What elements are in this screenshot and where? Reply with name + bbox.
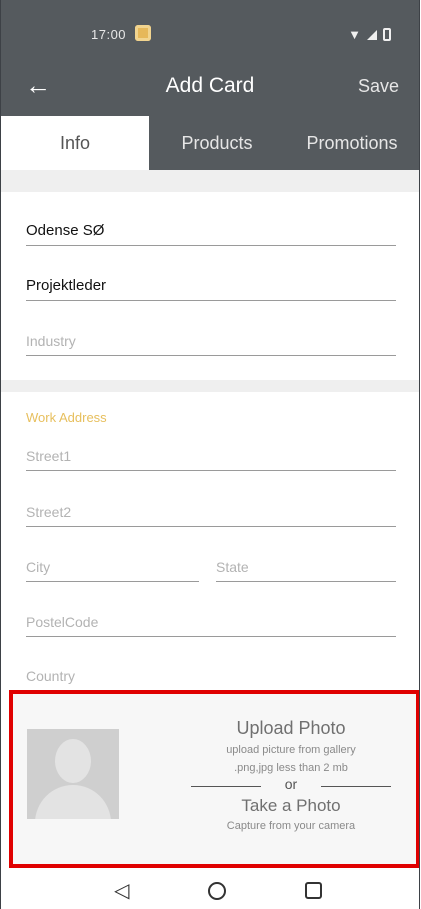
country-field[interactable]: Country — [26, 660, 396, 690]
section-divider — [1, 380, 419, 392]
battery-icon — [383, 28, 391, 41]
status-time: 17:00 — [91, 27, 127, 42]
system-icons: ▼ — [348, 27, 391, 42]
tab-promotions[interactable]: Promotions — [285, 116, 419, 170]
state-placeholder: State — [216, 559, 249, 575]
job-title-value: Projektleder — [26, 277, 107, 294]
page-title: Add Card — [165, 74, 255, 97]
nav-home-icon[interactable] — [208, 882, 226, 900]
country-placeholder: Country — [26, 668, 76, 684]
take-photo-title[interactable]: Take a Photo — [181, 796, 401, 816]
state-field[interactable]: State — [216, 551, 396, 582]
street2-placeholder: Street2 — [26, 504, 72, 520]
city-placeholder: City — [26, 559, 51, 575]
city-field[interactable]: City — [26, 551, 199, 582]
tab-bar: Info Products Promotions — [1, 116, 419, 170]
notification-icon — [135, 25, 151, 41]
street2-field[interactable]: Street2 — [26, 496, 396, 527]
upload-photo-title[interactable]: Upload Photo — [181, 718, 401, 739]
tab-info[interactable]: Info — [1, 116, 149, 170]
street1-placeholder: Street1 — [26, 448, 72, 464]
tab-products[interactable]: Products — [149, 116, 285, 170]
nav-recent-icon[interactable] — [305, 882, 322, 899]
postal-code-field[interactable]: PostelCode — [26, 606, 396, 637]
work-address-label: Work Address — [26, 410, 107, 425]
industry-field[interactable]: Industry — [26, 325, 396, 356]
upload-photo-subtitle: upload picture from gallery — [226, 744, 356, 756]
wifi-icon: ▼ — [348, 27, 361, 42]
company-field[interactable]: Odense SØ — [26, 215, 396, 246]
save-button[interactable]: Save — [358, 76, 399, 97]
take-photo-subtitle: Capture from your camera — [226, 820, 356, 832]
or-divider: or — [181, 776, 401, 792]
company-value: Odense SØ — [26, 222, 105, 239]
job-title-field[interactable]: Projektleder — [26, 270, 396, 301]
postal-code-placeholder: PostelCode — [26, 614, 99, 630]
app-bar: ← Add Card Save — [1, 52, 419, 116]
industry-placeholder: Industry — [26, 333, 76, 349]
street1-field[interactable]: Street1 — [26, 440, 396, 471]
nav-back-icon[interactable]: ◁ — [114, 878, 129, 903]
upload-photo-panel[interactable]: Upload Photo upload picture from gallery… — [9, 690, 419, 868]
system-nav-bar: ◁ — [1, 876, 419, 909]
phone-screen: 17:00 ▼ ← Add Card Save Info Products Pr… — [0, 0, 420, 909]
avatar-placeholder-icon[interactable] — [27, 729, 119, 819]
signal-icon — [367, 29, 377, 40]
section-divider — [1, 170, 419, 192]
upload-photo-limit: .png,jpg less than 2 mb — [234, 762, 348, 774]
